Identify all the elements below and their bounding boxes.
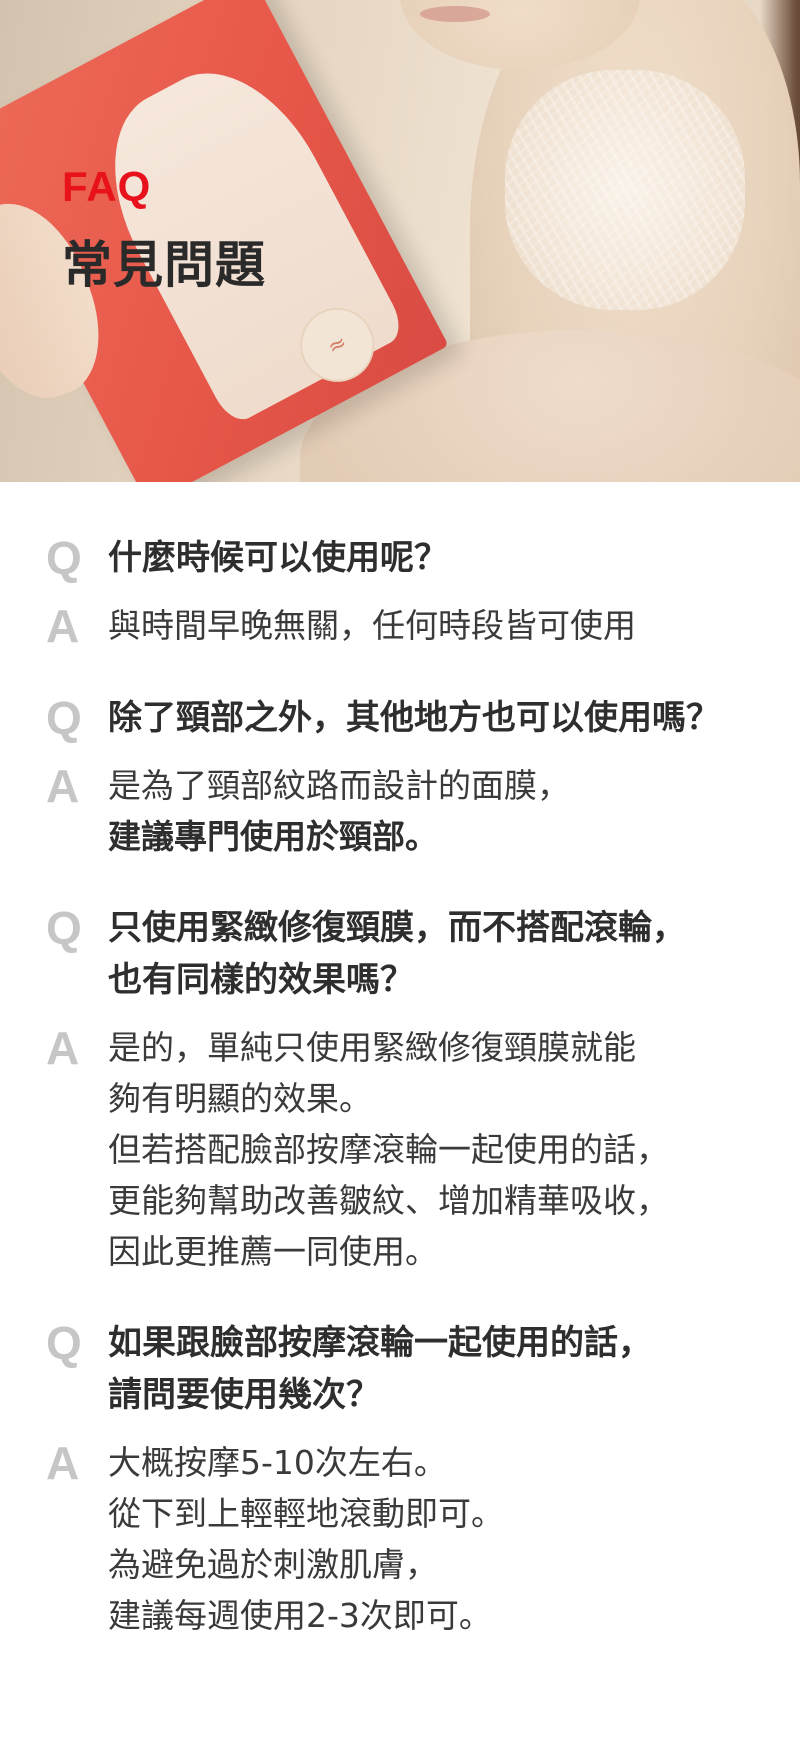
faq-label: FAQ <box>62 163 152 210</box>
answer-line: 與時間早晚無關，任何時段皆可使用 <box>108 606 636 645</box>
question-text: 除了頸部之外，其他地方也可以使用嗎？ <box>108 692 748 744</box>
question-line: 如果跟臉部按摩滾輪一起使用的話， <box>108 1323 652 1363</box>
question-row: Q 如果跟臉部按摩滾輪一起使用的話， 請問要使用幾次？ <box>0 1317 800 1421</box>
answer-row: A 是的，單純只使用緊緻修復頸膜就能 夠有明顯的效果。 但若搭配臉部按摩滾輪一起… <box>0 1022 800 1277</box>
answer-line: 是為了頸部紋路而設計的面膜， <box>108 766 570 805</box>
question-line: 也有同樣的效果嗎？ <box>108 960 414 1000</box>
question-row: Q 除了頸部之外，其他地方也可以使用嗎？ <box>0 692 800 744</box>
question-line: 除了頸部之外，其他地方也可以使用嗎？ <box>108 698 720 738</box>
question-text: 只使用緊緻修復頸膜，而不搭配滾輪， 也有同樣的效果嗎？ <box>108 902 748 1006</box>
faq-list: Q 什麼時候可以使用呢？ A 與時間早晚無關，任何時段皆可使用 Q 除了頸部之外… <box>0 482 800 1641</box>
faq-item: Q 除了頸部之外，其他地方也可以使用嗎？ A 是為了頸部紋路而設計的面膜， 建議… <box>0 692 800 862</box>
hero-banner: ≈ FAQ 常見問題 <box>0 0 800 482</box>
question-line: 請問要使用幾次？ <box>108 1375 380 1415</box>
question-line: 什麼時候可以使用呢？ <box>108 538 448 578</box>
answer-line: 夠有明顯的效果。 <box>108 1079 372 1118</box>
answer-mark-icon: A <box>46 1022 80 1074</box>
answer-text: 與時間早晚無關，任何時段皆可使用 <box>108 600 748 651</box>
model-lips <box>420 6 490 22</box>
question-line: 只使用緊緻修復頸膜，而不搭配滾輪， <box>108 908 686 948</box>
question-mark-icon: Q <box>46 532 82 584</box>
answer-line: 大概按摩5-10次左右。 <box>108 1443 447 1482</box>
question-row: Q 什麼時候可以使用呢？ <box>0 532 800 584</box>
answer-mark-icon: A <box>46 1437 80 1489</box>
answer-text: 是為了頸部紋路而設計的面膜， 建議專門使用於頸部。 <box>108 760 748 862</box>
answer-line-emphasis: 建議專門使用於頸部。 <box>108 817 438 856</box>
answer-line: 但若搭配臉部按摩滾輪一起使用的話， <box>108 1130 669 1169</box>
answer-line: 從下到上輕輕地滾動即可。 <box>108 1494 504 1533</box>
answer-line: 為避免過於刺激肌膚， <box>108 1545 438 1584</box>
page-title: 常見問題 <box>62 236 266 294</box>
answer-line: 因此更推薦一同使用。 <box>108 1232 438 1271</box>
answer-text: 是的，單純只使用緊緻修復頸膜就能 夠有明顯的效果。 但若搭配臉部按摩滾輪一起使用… <box>108 1022 748 1277</box>
question-mark-icon: Q <box>46 1317 82 1369</box>
answer-line: 更能夠幫助改善皺紋、增加精華吸收， <box>108 1181 669 1220</box>
answer-row: A 大概按摩5-10次左右。 從下到上輕輕地滾動即可。 為避免過於刺激肌膚， 建… <box>0 1437 800 1641</box>
answer-row: A 與時間早晚無關，任何時段皆可使用 <box>0 600 800 652</box>
neck-mask-sheet <box>505 70 745 310</box>
answer-text: 大概按摩5-10次左右。 從下到上輕輕地滾動即可。 為避免過於刺激肌膚， 建議每… <box>108 1437 748 1641</box>
question-row: Q 只使用緊緻修復頸膜，而不搭配滾輪， 也有同樣的效果嗎？ <box>0 902 800 1006</box>
answer-mark-icon: A <box>46 600 80 652</box>
answer-line: 建議每週使用2-3次即可。 <box>108 1596 492 1635</box>
question-text: 如果跟臉部按摩滾輪一起使用的話， 請問要使用幾次？ <box>108 1317 748 1421</box>
answer-row: A 是為了頸部紋路而設計的面膜， 建議專門使用於頸部。 <box>0 760 800 862</box>
question-text: 什麼時候可以使用呢？ <box>108 532 748 584</box>
answer-mark-icon: A <box>46 760 80 812</box>
question-mark-icon: Q <box>46 902 82 954</box>
answer-line: 是的，單純只使用緊緻修復頸膜就能 <box>108 1028 636 1067</box>
question-mark-icon: Q <box>46 692 82 744</box>
faq-item: Q 什麼時候可以使用呢？ A 與時間早晚無關，任何時段皆可使用 <box>0 532 800 652</box>
faq-item: Q 只使用緊緻修復頸膜，而不搭配滾輪， 也有同樣的效果嗎？ A 是的，單純只使用… <box>0 902 800 1277</box>
faq-item: Q 如果跟臉部按摩滾輪一起使用的話， 請問要使用幾次？ A 大概按摩5-10次左… <box>0 1317 800 1641</box>
